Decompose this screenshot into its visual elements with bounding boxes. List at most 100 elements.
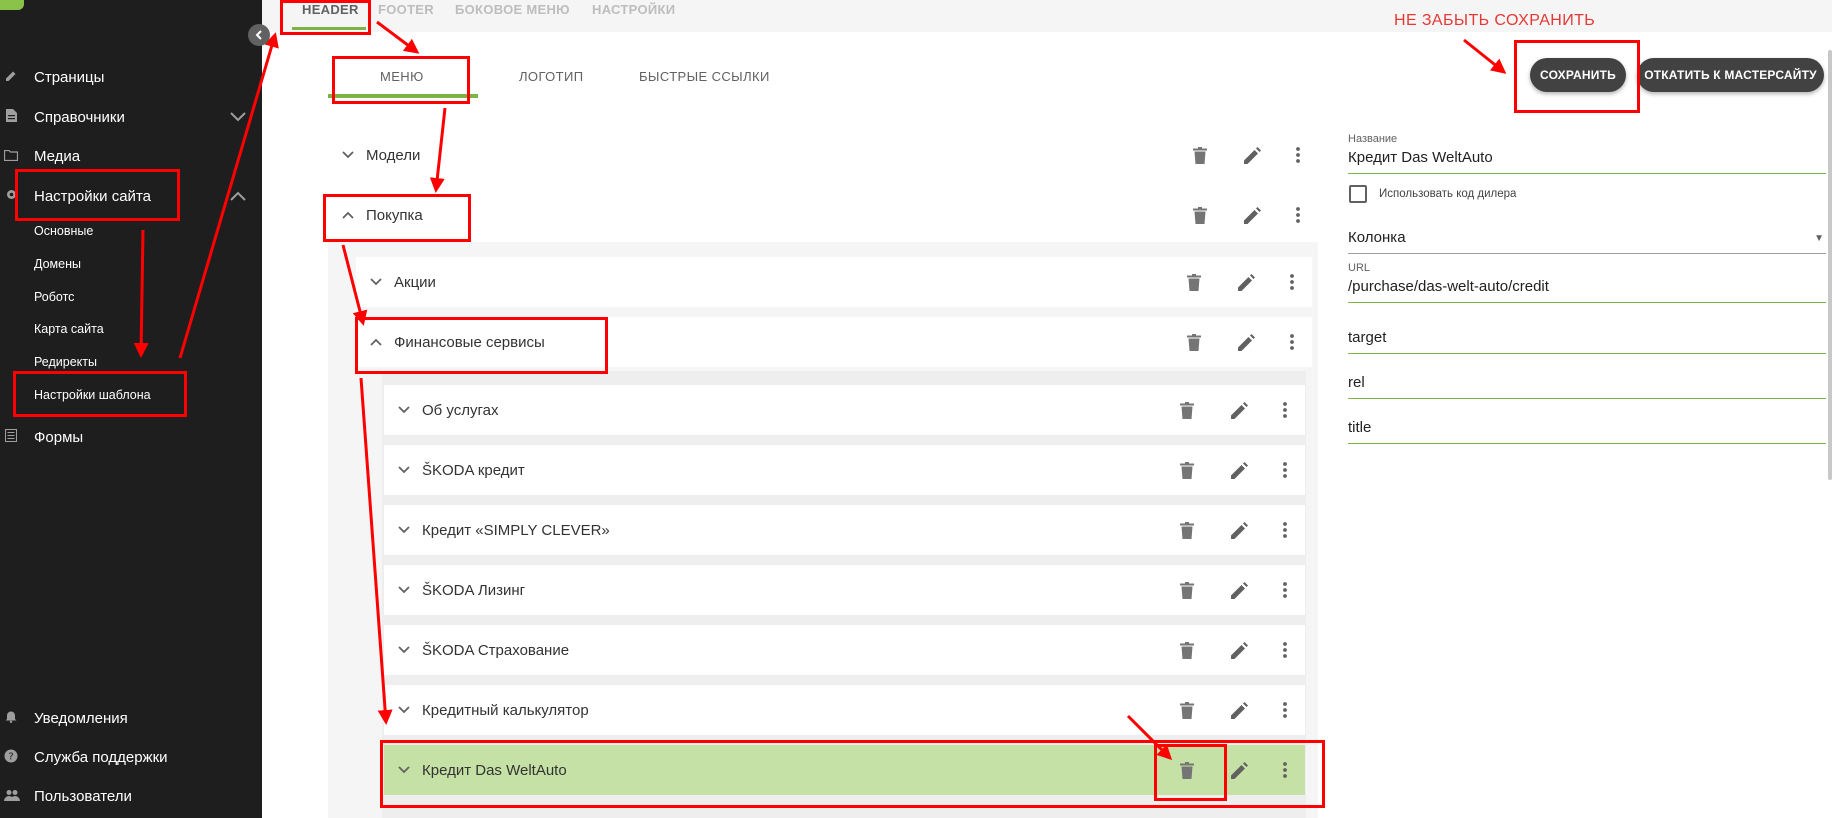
more-menu-button[interactable] [1278,130,1318,180]
chevron-down-icon[interactable] [362,275,390,289]
more-menu-button[interactable] [1265,745,1305,795]
sidebar-item-pages[interactable]: Страницы [0,62,250,92]
more-menu-button[interactable] [1272,317,1312,367]
name-field[interactable]: Название Кредит Das WeltAuto [1348,133,1826,174]
url-field-value[interactable]: /purchase/das-welt-auto/credit [1348,278,1826,298]
chevron-up-icon[interactable] [334,208,362,222]
edit-button[interactable] [1213,445,1265,495]
more-menu-button[interactable] [1265,565,1305,615]
sidebar-subitem-sitemap[interactable]: Карта сайта [34,318,104,340]
row-actions [1168,317,1312,367]
name-field-value[interactable]: Кредит Das WeltAuto [1348,149,1826,169]
delete-button[interactable] [1161,445,1213,495]
title-field-value[interactable]: title [1348,419,1826,439]
edit-button[interactable] [1213,385,1265,435]
chevron-down-icon[interactable] [390,463,418,477]
chevron-down-icon[interactable] [390,763,418,777]
subtab-quick-links[interactable]: БЫСТРЫЕ ССЫЛКИ [639,69,770,84]
target-field-value[interactable]: target [1348,329,1826,349]
delete-button[interactable] [1161,565,1213,615]
edit-button[interactable] [1220,317,1272,367]
edit-button[interactable] [1220,257,1272,307]
sidebar-subitem-domains[interactable]: Домены [34,253,81,275]
rel-field[interactable]: rel [1348,370,1826,399]
sidebar-item-forms[interactable]: Формы [0,422,250,452]
delete-button[interactable] [1168,257,1220,307]
delete-button[interactable] [1161,745,1213,795]
sidebar-item-support[interactable]: ? Служба поддержки [0,742,250,772]
sidebar-item-site-settings[interactable]: Настройки сайта [0,181,250,211]
chevron-down-icon[interactable] [390,703,418,717]
sidebar-item-notifications[interactable]: Уведомления [0,703,250,733]
sidebar-item-users[interactable]: Пользователи [0,781,250,811]
collapse-sidebar-button[interactable] [248,24,270,46]
chevron-down-icon[interactable] [334,148,362,162]
tab-settings[interactable]: НАСТРОЙКИ [592,2,675,17]
sidebar-item-directories[interactable]: Справочники [0,102,250,132]
chevron-down-icon[interactable] [390,583,418,597]
edit-button[interactable] [1213,625,1265,675]
edit-button[interactable] [1213,745,1265,795]
dealer-code-checkbox-row[interactable]: Использовать код дилера [1349,185,1516,203]
more-menu-button[interactable] [1265,445,1305,495]
tree-row-skoda-insurance[interactable]: ŠKODA Страхование [384,625,1305,675]
active-subtab-indicator [328,94,478,98]
subtab-menu[interactable]: МЕНЮ [380,69,424,84]
tree-row-promotions[interactable]: Акции [356,257,1312,307]
rollback-button[interactable]: ОТКАТИТЬ К МАСТЕРСАЙТУ [1637,58,1824,92]
delete-button[interactable] [1174,130,1226,180]
edit-button[interactable] [1213,505,1265,555]
target-field[interactable]: target [1348,325,1826,354]
tab-side-menu[interactable]: БОКОВОЕ МЕНЮ [455,2,570,17]
edit-button[interactable] [1226,130,1278,180]
tree-row-models[interactable]: Модели [328,130,1318,180]
edit-button[interactable] [1213,685,1265,735]
sidebar-subitem-template-settings[interactable]: Настройки шаблона [34,384,151,406]
subtab-logo[interactable]: ЛОГОТИП [519,69,584,84]
delete-button[interactable] [1168,317,1220,367]
sidebar-item-media[interactable]: Медиа [0,141,250,171]
chevron-down-icon[interactable] [390,523,418,537]
tab-footer[interactable]: FOOTER [378,2,434,17]
url-field[interactable]: URL /purchase/das-welt-auto/credit [1348,262,1826,303]
tree-row-simply-clever-credit[interactable]: Кредит «SIMPLY CLEVER» [384,505,1305,555]
delete-button[interactable] [1174,190,1226,240]
tree-row-skoda-credit[interactable]: ŠKODA кредит [384,445,1305,495]
more-menu-button[interactable] [1265,505,1305,555]
chevron-down-icon[interactable] [390,643,418,657]
sidebar-subitem-redirects[interactable]: Редиректы [34,351,97,373]
more-menu-button[interactable] [1265,685,1305,735]
tree-row-das-weltauto-credit[interactable]: Кредит Das WeltAuto [384,745,1305,795]
chevron-down-icon[interactable] [390,403,418,417]
more-menu-button[interactable] [1278,190,1318,240]
delete-button[interactable] [1161,505,1213,555]
delete-button[interactable] [1161,685,1213,735]
column-select-value[interactable]: Колонка ▼ [1348,229,1826,249]
tree-row-skoda-leasing[interactable]: ŠKODA Лизинг [384,565,1305,615]
sidebar-subitem-robots[interactable]: Роботс [34,286,74,308]
tree-row-financial-services[interactable]: Финансовые сервисы [356,317,1312,367]
more-menu-button[interactable] [1265,625,1305,675]
dropdown-arrow-icon[interactable]: ▼ [1814,233,1824,244]
more-menu-button[interactable] [1272,257,1312,307]
form-scrollbar[interactable] [1828,50,1832,480]
dealer-code-checkbox[interactable] [1349,185,1367,203]
delete-button[interactable] [1161,385,1213,435]
save-button[interactable]: СОХРАНИТЬ [1530,58,1626,92]
more-menu-button[interactable] [1265,385,1305,435]
edit-button[interactable] [1213,565,1265,615]
chevron-up-icon[interactable] [362,335,390,349]
delete-button[interactable] [1161,625,1213,675]
tree-row-credit-calculator[interactable]: Кредитный калькулятор [384,685,1305,735]
rel-field-value[interactable]: rel [1348,374,1826,394]
tree-row-purchase[interactable]: Покупка [328,190,1318,240]
edit-button[interactable] [1226,190,1278,240]
column-select[interactable]: Колонка ▼ [1348,225,1826,254]
more-vert-icon [1283,642,1287,658]
title-field[interactable]: title [1348,415,1826,444]
tab-header[interactable]: HEADER [302,2,359,17]
chevron-up-icon[interactable] [230,188,246,204]
sidebar-subitem-basic[interactable]: Основные [34,220,93,242]
tree-row-about-services[interactable]: Об услугах [384,385,1305,435]
chevron-down-icon[interactable] [230,109,246,125]
